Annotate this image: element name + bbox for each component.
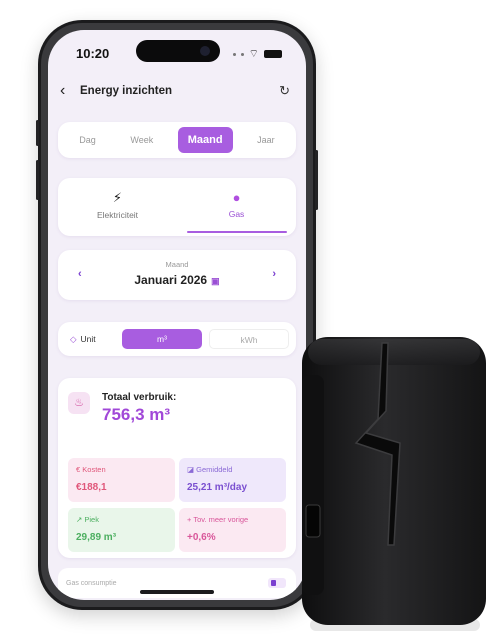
- stat-gemiddeld-value: 25,21 m³/day: [187, 482, 248, 493]
- tab-gas-label: Gas: [228, 209, 245, 219]
- unit-label: Unit: [80, 334, 96, 344]
- stat-gemiddeld: ◪ Gemiddeld 25,21 m³/day: [179, 458, 286, 502]
- page-title: Energy inzichten: [80, 85, 173, 97]
- signal-icon-2: [240, 52, 244, 56]
- stat-tov-label: Tov. meer vorige: [193, 515, 249, 524]
- tab-gas[interactable]: ● Gas: [177, 178, 296, 236]
- flame-icon: ♨: [68, 392, 90, 414]
- tab-dag[interactable]: Dag: [69, 129, 106, 151]
- unit-kwh-button[interactable]: kWh: [209, 329, 289, 349]
- stat-tov-value: +0,6%: [187, 532, 216, 543]
- camera-icon: [200, 46, 210, 56]
- tab-elektriciteit[interactable]: ⚡︎ Elektriciteit: [58, 178, 177, 236]
- dynamic-island: [136, 40, 220, 62]
- home-indicator: [140, 590, 214, 594]
- stat-kosten-label: Kosten: [82, 465, 106, 474]
- phone: 10:20 ⌔ ‹ Energy inzichten ↻ Dag Week Ma…: [36, 20, 318, 610]
- wifi-icon: ⌔: [248, 48, 259, 60]
- active-tab-indicator: [187, 231, 287, 233]
- total-label: Totaal verbruik:: [102, 392, 177, 403]
- side-button-right: [315, 150, 318, 210]
- stat-gemiddeld-label: Gemiddeld: [196, 465, 233, 474]
- phone-screen: 10:20 ⌔ ‹ Energy inzichten ↻ Dag Week Ma…: [48, 30, 306, 600]
- status-bar: 10:20 ⌔: [48, 30, 306, 70]
- tab-jaar[interactable]: Jaar: [247, 129, 285, 151]
- refresh-icon[interactable]: ↻: [279, 83, 290, 99]
- stat-piek-label-row: ↗ Piek: [76, 515, 99, 524]
- month-value-row[interactable]: Januari 2026 ▣: [58, 273, 296, 287]
- energy-meter-device: [300, 335, 486, 633]
- stat-gemiddeld-label-row: ◪ Gemiddeld: [187, 465, 232, 474]
- back-arrow-icon[interactable]: ‹: [60, 82, 65, 100]
- unit-label-row: ◇ Unit: [70, 334, 96, 345]
- battery-icon: [264, 50, 282, 58]
- month-label: Maand: [165, 260, 189, 269]
- drop-icon: ◇: [70, 334, 77, 344]
- stat-piek-label: Piek: [84, 515, 99, 524]
- stat-kosten-label-row: € Kosten: [76, 465, 106, 474]
- tab-week[interactable]: Week: [120, 129, 163, 151]
- device-port: [305, 504, 321, 538]
- status-icons: ⌔: [232, 47, 282, 61]
- period-tabs: Dag Week Maand Jaar: [58, 122, 296, 158]
- tab-maand[interactable]: Maand: [177, 127, 233, 153]
- stat-tov-label-row: + Tov. meer vorige: [187, 515, 248, 524]
- total-consumption-card: ♨ Totaal verbruik: 756,3 m³ € Kosten €18…: [58, 378, 296, 558]
- energy-type-tabs: ⚡︎ Elektriciteit ● Gas: [58, 178, 296, 236]
- signal-icon: [232, 52, 236, 56]
- app-header: ‹ Energy inzichten ↻: [48, 78, 306, 106]
- unit-selector: ◇ Unit m³ kWh: [58, 322, 296, 356]
- side-button-left-1: [36, 120, 39, 146]
- lightning-icon: ⚡︎: [112, 190, 123, 205]
- status-time: 10:20: [76, 46, 110, 61]
- next-month-button[interactable]: ›: [272, 268, 276, 280]
- stat-kosten: € Kosten €188,1: [68, 458, 175, 502]
- stat-piek: ↗ Piek 29,89 m³: [68, 508, 175, 552]
- device-side-panel: [302, 375, 324, 595]
- stat-kosten-value: €188,1: [76, 482, 107, 493]
- side-button-left-2: [36, 160, 39, 200]
- chart-type-button[interactable]: [268, 578, 286, 588]
- stat-piek-value: 29,89 m³: [76, 532, 117, 543]
- stat-tov: + Tov. meer vorige +0,6%: [179, 508, 286, 552]
- month-selector: ‹ Maand Januari 2026 ▣ ›: [58, 250, 296, 300]
- unit-m3-button[interactable]: m³: [122, 329, 202, 349]
- tab-elektriciteit-label: Elektriciteit: [96, 210, 139, 220]
- chart-title: Gas consumptie: [66, 580, 117, 587]
- month-value: Januari 2026: [134, 273, 208, 287]
- average-icon: ◪: [187, 465, 197, 474]
- total-value: 756,3 m³: [102, 405, 171, 424]
- device-illustration: [302, 337, 486, 631]
- calendar-icon: ▣: [211, 276, 220, 286]
- device-top: [308, 339, 480, 365]
- flame-icon: ●: [232, 190, 241, 205]
